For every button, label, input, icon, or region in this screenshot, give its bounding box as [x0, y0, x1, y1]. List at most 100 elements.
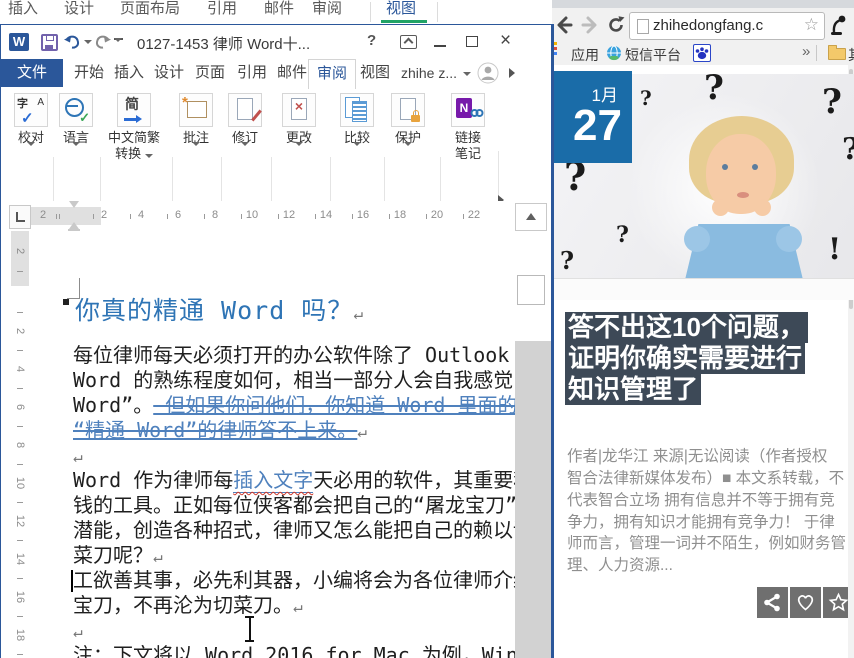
address-bar[interactable]: zhihedongfang.c ☆	[629, 12, 825, 40]
bg-tab-design[interactable]: 设计	[64, 0, 94, 23]
ribbon-display-options-icon[interactable]	[400, 35, 417, 49]
tab-references[interactable]: 引用	[234, 59, 270, 87]
tab-view[interactable]: 视图	[357, 59, 393, 87]
close-button[interactable]: ×	[500, 30, 511, 52]
document-heading[interactable]: 你真的精通 Word 吗？↵	[75, 291, 364, 327]
word-scrollbar-thumb[interactable]	[517, 275, 545, 305]
background-word-tab-strip: 插入 设计 页面布局 引用 邮件 审阅 视图	[0, 0, 552, 24]
tab-home[interactable]: 开始	[71, 59, 107, 87]
bg-tab-review[interactable]: 审阅	[312, 0, 342, 23]
bg-tab-references[interactable]: 引用	[207, 0, 237, 23]
ruler-tick	[17, 540, 23, 541]
ruler-tick	[463, 214, 464, 219]
scroll-up-button[interactable]	[515, 203, 547, 231]
hanging-indent-marker[interactable]	[69, 222, 79, 229]
article-title-line[interactable]: 答不出这10个问题，	[565, 312, 808, 343]
article-title-line[interactable]: 知识管理了	[565, 374, 701, 405]
doc-line[interactable]: ↵	[73, 618, 83, 643]
comment-button[interactable]: * 批注	[174, 93, 218, 193]
url-text[interactable]: zhihedongfang.c	[653, 17, 763, 34]
word-scrollbar[interactable]	[515, 231, 551, 658]
word-titlebar[interactable]: W 0127-1453 律师 Word十... ? ×	[1, 25, 551, 59]
doc-line[interactable]: ↵	[73, 443, 83, 468]
doc-line[interactable]: 潜能，创造各种招式，律师又怎么能把自己的赖以谋生	[73, 518, 516, 543]
horizontal-ruler[interactable]: 2 246810121416182022	[31, 207, 513, 225]
tab-insert[interactable]: 插入	[111, 59, 147, 87]
proofing-button[interactable]: 字A✓ 校对	[9, 93, 53, 193]
browser-window: zhihedongfang.c ☆ 应用 短信平台 » 其	[545, 0, 854, 658]
ruler-number: 10	[14, 476, 26, 490]
doc-line[interactable]: Word”。 但如果你问他们，你知道 Word 里面的样式功	[73, 393, 516, 418]
account-name[interactable]: zhihe z...	[401, 59, 457, 87]
doc-line[interactable]: Word 的熟练程度如何，相当一部分人会自我感觉良好，	[73, 368, 516, 393]
bookmark-sms-platform[interactable]: 短信平台	[625, 45, 681, 65]
tab-file[interactable]: 文件	[1, 59, 63, 87]
ruler-tick	[167, 214, 168, 219]
doc-line[interactable]: 菜刀呢？↵	[73, 543, 163, 568]
other-bookmarks-folder-icon[interactable]	[828, 48, 846, 60]
user-avatar-icon[interactable]	[477, 62, 499, 89]
tab-design[interactable]: 设计	[151, 59, 187, 87]
ruler-tick	[17, 578, 23, 579]
bg-tab-insert[interactable]: 插入	[8, 0, 38, 23]
vertical-ruler[interactable]: 2 24681012141618	[11, 231, 29, 658]
tab-mailings[interactable]: 邮件	[274, 59, 310, 87]
bg-tab-layout[interactable]: 页面布局	[120, 0, 180, 23]
extension-icon[interactable]	[829, 13, 849, 42]
bookmarks-overflow-chevron[interactable]: »	[802, 43, 810, 60]
doc-line[interactable]: Word 作为律师每插入文字天必用的软件，其重要程度不	[73, 468, 516, 493]
compare-icon	[340, 93, 374, 127]
reload-icon[interactable]	[605, 14, 627, 41]
tab-review-active[interactable]: 审阅	[308, 59, 356, 89]
document-page[interactable]: 你真的精通 Word 吗？↵ 每位律师每天必须打开的办公软件除了 Outlook…	[29, 231, 516, 658]
bookmark-star-icon[interactable]: ☆	[804, 15, 819, 35]
changes-button[interactable]: × 更改	[277, 93, 321, 193]
back-icon[interactable]	[553, 14, 575, 41]
question-mark: ?	[560, 246, 574, 275]
like-heart-button[interactable]	[790, 587, 821, 618]
ruler-number: 12	[14, 514, 26, 528]
save-icon[interactable]	[41, 34, 58, 51]
article-title-line[interactable]: 证明你确实需要进行	[565, 343, 805, 374]
undo-dropdown-caret[interactable]	[84, 40, 92, 44]
minimize-button[interactable]	[434, 45, 446, 47]
compare-button[interactable]: 比较	[335, 93, 379, 193]
maximize-button[interactable]	[466, 36, 478, 47]
undo-icon[interactable]	[63, 34, 81, 54]
date-day: 27	[573, 101, 622, 151]
track-changes-button[interactable]: 修订	[223, 93, 267, 193]
simplified-traditional-icon: 简	[117, 93, 151, 127]
ruler-tick	[17, 388, 23, 389]
tab-layout[interactable]: 页面	[192, 59, 228, 87]
baidu-paw-icon[interactable]	[693, 44, 711, 62]
doc-line[interactable]: 宝刀，不再沦为切菜刀。↵	[73, 593, 303, 618]
doc-line[interactable]: 工欲善其事，必先利其器，小编将会为各位律师介绍十	[73, 568, 516, 593]
bookmark-apps-label[interactable]: 应用	[571, 45, 599, 65]
help-icon[interactable]: ?	[367, 32, 376, 49]
linked-notes-button[interactable]: N 链接 笔记	[446, 93, 490, 193]
doc-line[interactable]: 注：下文将以 Word 2016 for Mac 为例，Windows 版本	[73, 643, 516, 658]
chinese-conversion-button[interactable]: 简 中文简繁 转换	[102, 93, 166, 193]
girl-eye	[752, 164, 758, 170]
account-dropdown-caret[interactable]	[463, 72, 471, 76]
ruler-number: 12	[282, 209, 296, 221]
quick-access-customize-icon[interactable]	[114, 38, 123, 60]
tab-scroll-right-icon[interactable]	[509, 68, 515, 78]
protect-button[interactable]: 保护	[386, 93, 430, 193]
doc-line[interactable]: 钱的工具。正如每位侠客都会把自己的“屠龙宝刀”当	[73, 493, 516, 518]
forward-icon[interactable]	[579, 14, 601, 41]
bg-tab-mailings[interactable]: 邮件	[264, 0, 294, 23]
redo-icon[interactable]	[94, 34, 111, 54]
language-button[interactable]: ✓ 语言	[54, 93, 98, 193]
ruler-tick	[17, 312, 23, 313]
article-body-line: 作者|龙华江 来源|无讼阅读（作者授权	[567, 446, 827, 468]
document-background	[515, 341, 551, 658]
doc-line[interactable]: 每位律师每天必须打开的办公软件除了 Outlook 就是 W	[73, 343, 516, 368]
other-bookmarks-label[interactable]: 其	[848, 45, 854, 65]
ruler-tick	[315, 214, 316, 219]
share-button[interactable]	[757, 587, 788, 618]
tab-stop-selector[interactable]	[9, 205, 31, 229]
mouse-ibeam-cursor	[245, 616, 254, 642]
doc-line[interactable]: “精通 Word”的律师答不上来。↵	[73, 418, 367, 443]
first-line-indent-marker[interactable]	[69, 201, 79, 208]
